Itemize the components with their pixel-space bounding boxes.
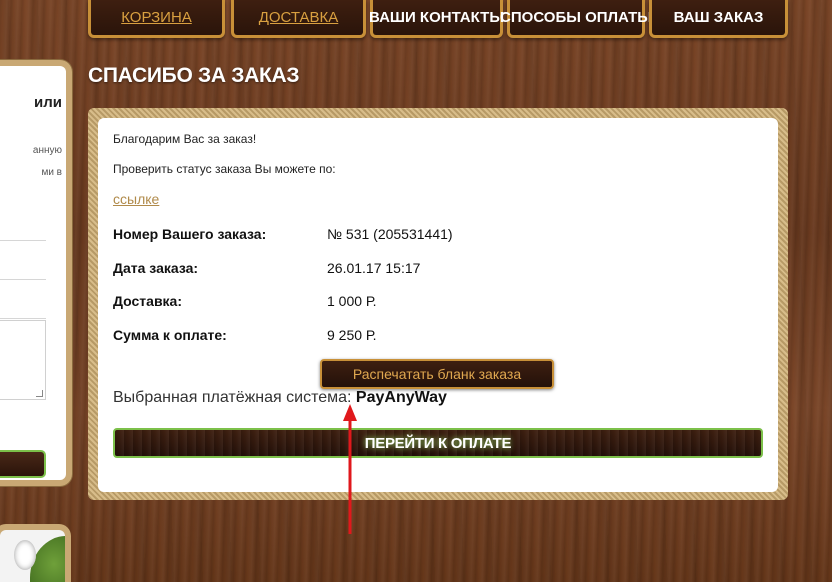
resize-handle-icon[interactable] <box>36 390 43 397</box>
top-navigation: КОРЗИНА ДОСТАВКА ВАШИ КОНТАКТЫ СПОСОБЫ О… <box>88 0 788 38</box>
order-date-value: 26.01.17 15:17 <box>327 260 421 276</box>
total-value: 9 250 Р. <box>327 327 377 343</box>
sidebar-text: ми в <box>41 167 62 178</box>
sidebar-image-card <box>0 530 65 582</box>
print-order-form-button[interactable]: Распечатать бланк заказа <box>320 359 554 389</box>
sidebar-submit-button[interactable] <box>0 450 46 478</box>
nav-delivery-link[interactable]: ДОСТАВКА <box>231 0 366 38</box>
sidebar-heading: или <box>34 94 62 111</box>
nav-cart-link[interactable]: КОРЗИНА <box>88 0 225 38</box>
nav-contacts-tab[interactable]: ВАШИ КОНТАКТЫ <box>369 0 504 38</box>
sidebar-form-card: или анную ми в <box>0 66 66 480</box>
sidebar-message-textarea[interactable] <box>0 320 46 400</box>
sidebar-input-field[interactable] <box>0 318 46 319</box>
payment-system-line: Выбранная платёжная система: PayAnyWay <box>113 389 447 407</box>
nav-payment-methods-tab[interactable]: СПОСОБЫ ОПЛАТЫ <box>500 0 652 38</box>
order-status-link[interactable]: ссылке <box>113 191 159 207</box>
page-title: СПАСИБО ЗА ЗАКАЗ <box>88 64 300 87</box>
order-number-label: Номер Вашего заказа: <box>113 226 267 242</box>
sidebar-input-field[interactable] <box>0 279 46 280</box>
sidebar-text: анную <box>32 145 62 156</box>
arrow-head-icon <box>343 404 357 421</box>
payment-system-label: Выбранная платёжная система: <box>113 389 352 406</box>
payment-system-name: PayAnyWay <box>355 389 447 406</box>
nav-your-order-tab[interactable]: ВАШ ЗАКАЗ <box>649 0 788 38</box>
order-number-value: № 531 (205531441) <box>327 226 453 242</box>
proceed-to-payment-button[interactable]: ПЕРЕЙТИ К ОПЛАТЕ <box>113 428 763 458</box>
sidebar-input-field[interactable] <box>0 240 46 241</box>
flower-image <box>14 540 36 570</box>
delivery-value: 1 000 Р. <box>327 293 377 309</box>
order-date-label: Дата заказа: <box>113 260 199 276</box>
thanks-message: Благодарим Вас за заказ! <box>113 132 257 146</box>
delivery-label: Доставка: <box>113 293 183 309</box>
red-arrow-annotation <box>343 404 357 534</box>
total-label: Сумма к оплате: <box>113 327 227 343</box>
order-confirmation-panel: Благодарим Вас за заказ! Проверить стату… <box>98 118 778 492</box>
check-status-text: Проверить статус заказа Вы можете по: <box>113 162 336 176</box>
